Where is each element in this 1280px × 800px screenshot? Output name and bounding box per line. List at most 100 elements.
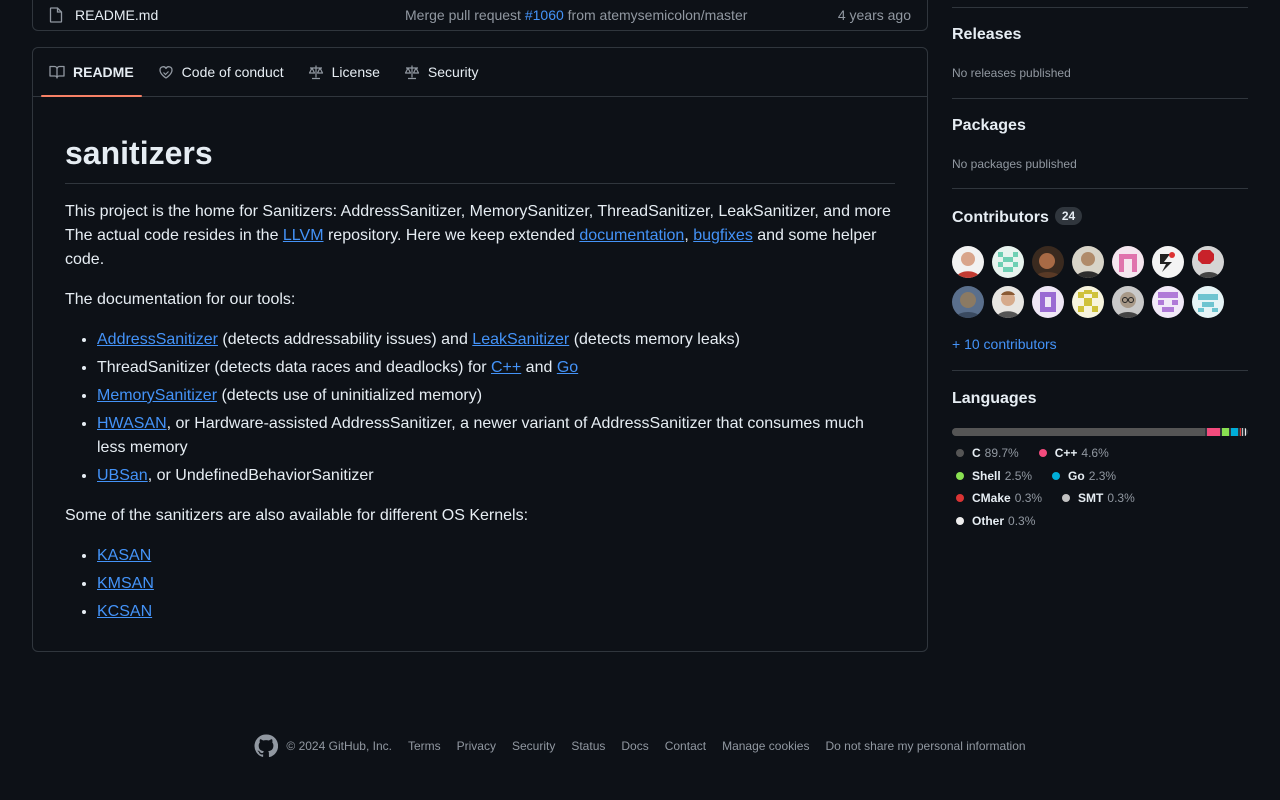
language-item[interactable]: CMake 0.3% xyxy=(952,487,1042,510)
scale-icon xyxy=(404,64,420,80)
languages-heading: Languages xyxy=(952,390,1037,407)
footer-link-manage-cookies[interactable]: Manage cookies xyxy=(722,739,809,753)
cpp-link[interactable]: C++ xyxy=(491,359,521,376)
footer-link-docs[interactable]: Docs xyxy=(621,739,648,753)
kernels-list: KASAN KMSAN KCSAN xyxy=(65,544,895,624)
list-item-text: ThreadSanitizer (detects data races and … xyxy=(97,359,491,376)
addresssanitizer-link[interactable]: AddressSanitizer xyxy=(97,331,218,348)
language-item[interactable]: Shell 2.5% xyxy=(952,465,1032,488)
language-name: C++ xyxy=(1054,446,1078,461)
more-contributors-link[interactable]: + 10 contributors xyxy=(952,336,1057,352)
intro-text-2: repository. Here we keep extended xyxy=(323,227,580,244)
list-item-text: and xyxy=(521,359,557,376)
language-color-dot xyxy=(956,516,964,525)
kernels-heading: Some of the sanitizers are also availabl… xyxy=(65,507,529,524)
footer-link-contact[interactable]: Contact xyxy=(665,739,706,753)
language-name: Shell xyxy=(972,468,1001,483)
language-bar-segment xyxy=(952,428,1206,436)
language-percent: 0.3% xyxy=(1107,491,1135,506)
footer-link-terms[interactable]: Terms xyxy=(408,739,441,753)
documentation-link[interactable]: documentation xyxy=(579,227,684,244)
avatar[interactable] xyxy=(992,246,1024,278)
file-row[interactable]: README.md Merge pull request #1060 from … xyxy=(33,0,927,30)
language-item[interactable]: Go 2.3% xyxy=(1048,465,1116,488)
kcsan-link[interactable]: KCSAN xyxy=(97,603,152,620)
language-item[interactable]: SMT 0.3% xyxy=(1058,487,1135,510)
file-name-link[interactable]: README.md xyxy=(75,7,405,23)
list-item-text: (detects use of uninitialized memory) xyxy=(217,387,483,404)
avatar[interactable] xyxy=(1152,286,1184,318)
list-item: AddressSanitizer (detects addressability… xyxy=(97,328,895,352)
language-name: CMake xyxy=(972,491,1011,506)
ubsan-link[interactable]: UBSan xyxy=(97,467,148,484)
language-bar-segment xyxy=(1231,428,1238,436)
bugfixes-link[interactable]: bugfixes xyxy=(693,227,753,244)
tab-license[interactable]: License xyxy=(300,48,388,96)
avatar[interactable] xyxy=(1072,246,1104,278)
language-color-dot xyxy=(1052,471,1061,480)
language-item[interactable]: Other 0.3% xyxy=(952,510,1035,533)
tab-security[interactable]: Security xyxy=(396,48,487,96)
tools-heading: The documentation for our tools: xyxy=(65,291,296,308)
readme-content: sanitizers This project is the home for … xyxy=(33,97,927,624)
language-name: Other xyxy=(972,513,1005,528)
languages-list: C 89.7% C++ 4.6% Shell 2.5% Go 2.3% CMake 0.3% SMT… xyxy=(952,442,1182,532)
language-color-dot xyxy=(956,494,964,503)
avatar[interactable] xyxy=(1192,286,1224,318)
language-color-dot xyxy=(1062,494,1071,503)
avatar[interactable] xyxy=(1112,246,1144,278)
kmsan-link[interactable]: KMSAN xyxy=(97,575,154,592)
list-item-text: , or UndefinedBehaviorSanitizer xyxy=(147,467,374,484)
divider xyxy=(952,98,1248,99)
footer-link-do-not-share[interactable]: Do not share my personal information xyxy=(825,739,1025,753)
memorysanitizer-link[interactable]: MemorySanitizer xyxy=(97,387,217,404)
avatar[interactable] xyxy=(1192,246,1224,278)
tab-code-of-conduct[interactable]: Code of conduct xyxy=(150,48,292,96)
releases-empty-text: No releases published xyxy=(952,66,1071,80)
contributors-heading[interactable]: Contributors xyxy=(952,209,1049,226)
divider xyxy=(952,188,1248,189)
list-item: KMSAN xyxy=(97,572,895,596)
language-percent: 2.5% xyxy=(1004,468,1033,483)
language-item[interactable]: C 89.7% xyxy=(952,442,1019,465)
avatar[interactable] xyxy=(952,286,984,318)
avatar[interactable] xyxy=(952,246,984,278)
language-name: SMT xyxy=(1078,491,1104,506)
github-logo-icon[interactable] xyxy=(254,734,279,758)
language-bar-segment xyxy=(1242,428,1244,436)
avatar[interactable] xyxy=(1152,246,1184,278)
leaksanitizer-link[interactable]: LeakSanitizer xyxy=(472,331,569,348)
avatar[interactable] xyxy=(992,286,1024,318)
footer-link-privacy[interactable]: Privacy xyxy=(457,739,496,753)
tools-list: AddressSanitizer (detects addressability… xyxy=(65,328,895,488)
list-item: ThreadSanitizer (detects data races and … xyxy=(97,356,895,380)
packages-heading[interactable]: Packages xyxy=(952,117,1026,135)
hwasan-link[interactable]: HWASAN xyxy=(97,415,167,432)
tab-readme[interactable]: README xyxy=(41,48,142,97)
readme-title: sanitizers xyxy=(65,133,895,184)
list-item: UBSan, or UndefinedBehaviorSanitizer xyxy=(97,464,895,488)
avatar[interactable] xyxy=(1032,246,1064,278)
intro-text-3: , xyxy=(684,227,694,244)
footer-link-status[interactable]: Status xyxy=(571,739,605,753)
pull-request-link[interactable]: #1060 xyxy=(525,7,564,23)
avatar[interactable] xyxy=(1112,286,1144,318)
commit-prefix: Merge pull request xyxy=(405,7,525,23)
language-item[interactable]: C++ 4.6% xyxy=(1035,442,1109,465)
footer-link-security[interactable]: Security xyxy=(512,739,555,753)
commit-message: Merge pull request #1060 from atemysemic… xyxy=(405,7,838,23)
llvm-link[interactable]: LLVM xyxy=(283,227,324,244)
kasan-link[interactable]: KASAN xyxy=(97,547,151,564)
readme-intro: This project is the home for Sanitizers:… xyxy=(65,200,895,272)
language-color-dot xyxy=(1038,449,1047,458)
footer-copyright: © 2024 GitHub, Inc. xyxy=(286,739,392,753)
tab-license-label: License xyxy=(331,64,380,80)
avatar[interactable] xyxy=(1032,286,1064,318)
language-color-dot xyxy=(956,471,964,480)
releases-heading[interactable]: Releases xyxy=(952,26,1021,44)
list-item: KCSAN xyxy=(97,600,895,624)
file-list-box: README.md Merge pull request #1060 from … xyxy=(32,0,928,31)
avatar[interactable] xyxy=(1072,286,1104,318)
language-name: C xyxy=(972,446,981,461)
go-link[interactable]: Go xyxy=(557,359,578,376)
